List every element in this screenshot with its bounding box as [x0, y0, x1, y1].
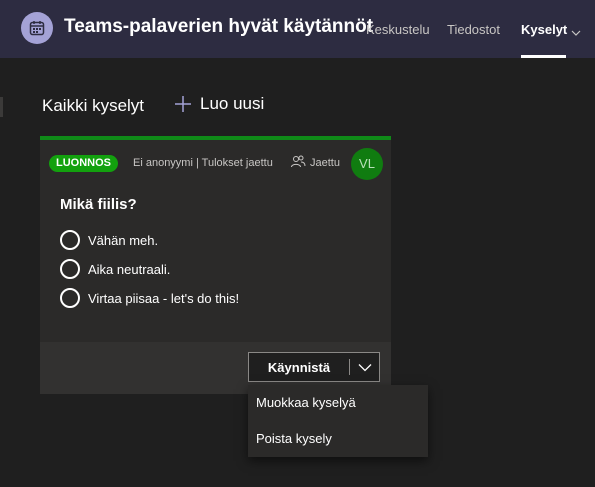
calendar-icon — [21, 12, 53, 44]
poll-meta: Ei anonyymi | Tulokset jaettu — [133, 157, 273, 169]
radio-button[interactable] — [60, 288, 80, 308]
option-label: Aika neutraali. — [88, 261, 171, 277]
poll-card[interactable]: LUONNOS Ei anonyymi | Tulokset jaettu Ja… — [40, 136, 391, 394]
menu-item-edit-poll[interactable]: Muokkaa kyselyä — [248, 385, 428, 421]
poll-option[interactable]: Aika neutraali. — [60, 259, 170, 279]
chevron-down-icon[interactable] — [350, 363, 379, 372]
draft-badge: LUONNOS — [49, 155, 118, 172]
tab-keskustelu[interactable]: Keskustelu — [366, 22, 430, 37]
chevron-down-icon[interactable] — [571, 24, 581, 42]
shared-label: Jaettu — [310, 157, 340, 169]
option-label: Virtaa piisaa - let's do this! — [88, 290, 240, 306]
left-edge-handle — [0, 97, 3, 117]
shared-people-icon — [290, 155, 306, 174]
page-title: Teams-palaverien hyvät käytännöt — [64, 16, 374, 37]
create-new-button[interactable]: Luo uusi — [174, 94, 264, 114]
radio-button[interactable] — [60, 230, 80, 250]
avatar[interactable]: VL — [351, 148, 383, 180]
start-options-menu: Muokkaa kyselyä Poista kysely — [248, 385, 428, 457]
poll-option[interactable]: Vähän meh. — [60, 230, 158, 250]
radio-button[interactable] — [60, 259, 80, 279]
app-header: Teams-palaverien hyvät käytännöt Keskust… — [0, 0, 595, 58]
start-split-button[interactable]: Käynnistä — [248, 352, 380, 382]
create-new-label: Luo uusi — [200, 94, 265, 113]
card-status-bar — [40, 136, 391, 140]
start-button[interactable]: Käynnistä — [249, 360, 349, 375]
tab-kyselyt[interactable]: Kyselyt — [521, 22, 567, 37]
option-label: Vähän meh. — [88, 232, 159, 248]
plus-icon — [175, 96, 191, 112]
tab-tiedostot[interactable]: Tiedostot — [447, 22, 500, 37]
poll-option[interactable]: Virtaa piisaa - let's do this! — [60, 288, 239, 308]
menu-item-delete-poll[interactable]: Poista kysely — [248, 421, 428, 457]
poll-question: Mikä fiilis? — [60, 196, 137, 213]
active-tab-indicator — [521, 55, 566, 58]
all-polls-heading: Kaikki kyselyt — [42, 96, 145, 115]
